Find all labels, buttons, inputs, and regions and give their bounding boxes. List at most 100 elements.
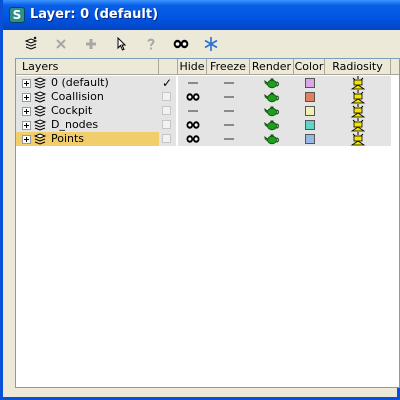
expand-icon[interactable] xyxy=(22,121,31,130)
delete-layer-button[interactable] xyxy=(50,33,72,55)
layer-stack-icon xyxy=(34,91,46,103)
color-swatch[interactable] xyxy=(304,92,315,102)
radiosity-lamp-icon xyxy=(350,104,366,118)
add-to-layer-button[interactable] xyxy=(80,33,102,55)
hide-toggle[interactable] xyxy=(178,104,207,118)
current-layer-cell[interactable] xyxy=(159,118,176,132)
layer-row[interactable]: 0 (default) ✓ xyxy=(16,76,391,90)
highlight-selected-button[interactable] xyxy=(140,33,162,55)
expand-icon[interactable] xyxy=(22,107,31,116)
teapot-icon xyxy=(264,92,279,103)
snowflake-icon xyxy=(204,37,218,51)
column-header-hide[interactable]: Hide xyxy=(178,59,207,75)
freeze-toggle[interactable] xyxy=(207,132,250,146)
current-layer-cell[interactable] xyxy=(159,104,176,118)
toolbar xyxy=(6,30,400,58)
hide-unhide-all-button[interactable] xyxy=(170,33,192,55)
radiosity-toggle[interactable] xyxy=(325,76,391,90)
layer-name-cell[interactable]: Coallision xyxy=(16,90,159,104)
freeze-toggle[interactable] xyxy=(207,118,250,132)
render-toggle[interactable] xyxy=(250,118,294,132)
set-current-checkbox[interactable] xyxy=(162,134,171,143)
unfrozen-dash-icon xyxy=(223,138,234,140)
freeze-toggle[interactable] xyxy=(207,76,250,90)
layer-name-cell[interactable]: Points xyxy=(16,132,159,146)
render-toggle[interactable] xyxy=(250,76,294,90)
column-header-color[interactable]: Color xyxy=(294,59,325,75)
layer-stack-icon xyxy=(34,133,46,145)
expand-icon[interactable] xyxy=(22,79,31,88)
layer-stack-icon xyxy=(34,119,46,131)
hide-toggle[interactable] xyxy=(178,118,207,132)
layer-color-cell[interactable] xyxy=(294,76,325,90)
layer-name: Coallision xyxy=(51,90,104,103)
plus-icon xyxy=(86,39,96,49)
hide-eyes-icon xyxy=(173,39,189,49)
freeze-toggle[interactable] xyxy=(207,90,250,104)
set-current-checkbox[interactable] xyxy=(162,106,171,115)
app-icon-glyph: S xyxy=(12,8,22,22)
layer-color-cell[interactable] xyxy=(294,132,325,146)
radiosity-lamp-icon xyxy=(350,90,366,104)
hide-toggle[interactable] xyxy=(178,90,207,104)
layer-name: Points xyxy=(51,132,85,145)
freeze-toggle[interactable] xyxy=(207,104,250,118)
layer-name-cell[interactable]: Cockpit xyxy=(16,104,159,118)
expand-icon[interactable] xyxy=(22,135,31,144)
color-swatch[interactable] xyxy=(304,78,315,88)
layer-color-cell[interactable] xyxy=(294,104,325,118)
layer-row[interactable]: D_nodes xyxy=(16,118,391,132)
current-layer-cell[interactable] xyxy=(159,90,176,104)
color-swatch[interactable] xyxy=(304,134,315,144)
radiosity-toggle[interactable] xyxy=(325,104,391,118)
radiosity-toggle[interactable] xyxy=(325,90,391,104)
freeze-unfreeze-all-button[interactable] xyxy=(200,33,222,55)
layer-name-cell[interactable]: D_nodes xyxy=(16,118,159,132)
hidden-eyes-icon xyxy=(186,93,199,101)
render-toggle[interactable] xyxy=(250,90,294,104)
select-objects-button[interactable] xyxy=(110,33,132,55)
question-mark-icon xyxy=(147,38,155,50)
layer-manager-window: S Layer: 0 (default) Layers Hide Freeze … xyxy=(0,0,400,400)
radiosity-toggle[interactable] xyxy=(325,118,391,132)
current-layer-cell[interactable]: ✓ xyxy=(159,76,176,90)
app-icon[interactable]: S xyxy=(9,7,25,23)
layer-row[interactable]: Points xyxy=(16,132,391,146)
radiosity-toggle[interactable] xyxy=(325,132,391,146)
column-header-radiosity[interactable]: Radiosity xyxy=(325,59,391,75)
unfrozen-dash-icon xyxy=(223,82,234,84)
layer-color-cell[interactable] xyxy=(294,90,325,104)
teapot-icon xyxy=(264,134,279,145)
column-header-current[interactable] xyxy=(159,59,178,75)
layer-color-cell[interactable] xyxy=(294,118,325,132)
render-toggle[interactable] xyxy=(250,132,294,146)
teapot-icon xyxy=(264,120,279,131)
layer-row[interactable]: Cockpit xyxy=(16,104,391,118)
set-current-checkbox[interactable] xyxy=(162,92,171,101)
unfrozen-dash-icon xyxy=(223,96,234,98)
current-layer-cell[interactable] xyxy=(159,132,176,146)
column-header-layers[interactable]: Layers xyxy=(16,59,159,75)
set-current-checkbox[interactable] xyxy=(162,120,171,129)
select-arrow-icon xyxy=(117,37,127,51)
expand-icon[interactable] xyxy=(22,93,31,102)
hide-toggle[interactable] xyxy=(178,132,207,146)
title-bar[interactable]: S Layer: 0 (default) xyxy=(3,0,400,30)
column-header-render[interactable]: Render xyxy=(250,59,294,75)
hide-toggle[interactable] xyxy=(178,76,207,90)
layer-stack-icon xyxy=(34,77,46,89)
create-new-layer-button[interactable] xyxy=(20,33,42,55)
hidden-eyes-icon xyxy=(186,135,199,143)
color-swatch[interactable] xyxy=(304,106,315,116)
teapot-icon xyxy=(264,78,279,89)
layer-list[interactable]: Layers Hide Freeze Render Color Radiosit… xyxy=(15,58,400,388)
render-toggle[interactable] xyxy=(250,104,294,118)
layer-row[interactable]: Coallision xyxy=(16,90,391,104)
color-swatch[interactable] xyxy=(304,120,315,130)
unfrozen-dash-icon xyxy=(223,124,234,126)
column-header-freeze[interactable]: Freeze xyxy=(207,59,250,75)
layer-name: 0 (default) xyxy=(51,76,109,89)
list-header: Layers Hide Freeze Render Color Radiosit… xyxy=(16,59,400,76)
layer-name-cell[interactable]: 0 (default) xyxy=(16,76,159,90)
layer-name: Cockpit xyxy=(51,104,93,117)
